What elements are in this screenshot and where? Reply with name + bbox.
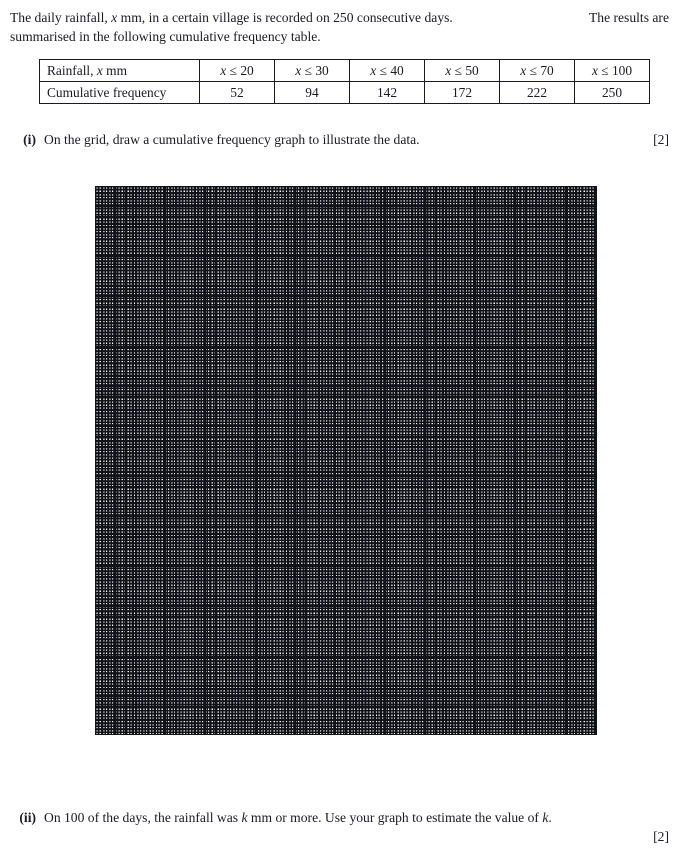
question-part-i: (i) On the grid, draw a cumulative frequ…: [18, 131, 669, 150]
cumulative-frequency-answer-grid[interactable]: [95, 186, 597, 735]
intro-line-2: summarised in the following cumulative f…: [10, 28, 321, 44]
table-cell-frequency: 250: [574, 81, 650, 104]
table-cell-frequency: 172: [424, 81, 500, 104]
table-header-cell: x ≤ 40: [349, 59, 425, 82]
table-rowheader-rainfall: Rainfall, x mm: [39, 59, 200, 82]
table-row-cumulative-frequency: Cumulative frequency 52 94 142 172 222 2…: [39, 81, 650, 104]
table-header-cell: x ≤ 70: [499, 59, 575, 82]
table-cell-frequency: 142: [349, 81, 425, 104]
table-cell-frequency: 222: [499, 81, 575, 104]
intro-line-1-segment-a: The daily rainfall, x mm, in a certain v…: [10, 10, 453, 25]
table-header-cell: x ≤ 20: [199, 59, 275, 82]
intro-paragraph: The daily rainfall, x mm, in a certain v…: [10, 9, 669, 46]
variable-x: x: [96, 62, 103, 78]
variable-k: k: [241, 810, 248, 825]
table-cell-frequency: 52: [199, 81, 275, 104]
intro-line-1-segment-b: The results are: [588, 10, 669, 25]
table-header-cell: x ≤ 50: [424, 59, 500, 82]
question-i-label: (i): [23, 132, 36, 147]
question-part-ii: (ii) On 100 of the days, the rainfall wa…: [18, 809, 669, 828]
cumulative-frequency-table: Rainfall, x mm x ≤ 20 x ≤ 30 x ≤ 40 x ≤ …: [39, 59, 650, 104]
question-i-text: On the grid, draw a cumulative frequency…: [44, 132, 420, 147]
question-ii-label: (ii): [19, 810, 36, 825]
question-ii-text: On 100 of the days, the rainfall was k m…: [44, 810, 552, 825]
question-i-marks: [2]: [653, 132, 669, 147]
table-cell-frequency: 94: [274, 81, 350, 104]
table-row-rainfall: Rainfall, x mm x ≤ 20 x ≤ 30 x ≤ 40 x ≤ …: [39, 59, 650, 82]
question-ii-marks: [2]: [653, 829, 669, 844]
table-rowheader-cumulative-frequency: Cumulative frequency: [39, 81, 200, 104]
table-header-cell: x ≤ 30: [274, 59, 350, 82]
table-header-cell: x ≤ 100: [574, 59, 650, 82]
intro-line-1: The daily rainfall, x mm, in a certain v…: [10, 9, 669, 28]
variable-x: x: [111, 10, 118, 25]
